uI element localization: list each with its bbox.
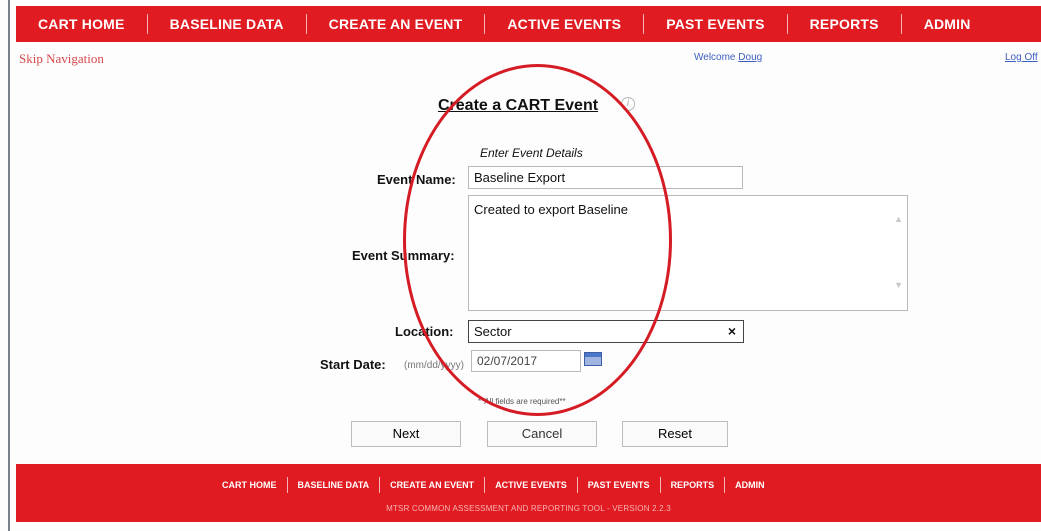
start-date-label: Start Date: <box>320 357 386 372</box>
nav-create-event[interactable]: CREATE AN EVENT <box>307 14 486 34</box>
user-link[interactable]: Doug <box>738 52 762 63</box>
footer-nav-past-events[interactable]: PAST EVENTS <box>578 477 661 493</box>
event-name-label: Event Name: <box>377 172 456 187</box>
page-title: Create a CART Event <box>438 97 599 114</box>
location-label: Location: <box>395 324 454 339</box>
footer-navigation: CART HOME BASELINE DATA CREATE AN EVENT … <box>212 477 775 493</box>
nav-past-events[interactable]: PAST EVENTS <box>644 14 788 34</box>
cancel-button[interactable]: Cancel <box>487 421 597 447</box>
event-name-field[interactable]: Baseline Export <box>468 166 743 189</box>
event-summary-label: Event Summary: <box>352 248 455 263</box>
footer-nav-cart-home[interactable]: CART HOME <box>212 477 288 493</box>
start-date-field[interactable]: 02/07/2017 <box>471 350 581 372</box>
clear-x-icon[interactable]: × <box>728 323 736 339</box>
location-select[interactable]: Sector × <box>468 320 744 343</box>
info-icon[interactable]: i <box>621 97 635 111</box>
required-fields-note: **All fields are required** <box>478 397 566 406</box>
location-value: Sector <box>474 324 512 339</box>
footer-nav-active-events[interactable]: ACTIVE EVENTS <box>485 477 578 493</box>
reset-button[interactable]: Reset <box>622 421 728 447</box>
welcome-message: Welcome Doug <box>694 52 762 63</box>
nav-active-events[interactable]: ACTIVE EVENTS <box>485 14 645 34</box>
footer-bar: CART HOME BASELINE DATA CREATE AN EVENT … <box>16 464 1041 522</box>
form-subheading: Enter Event Details <box>480 146 583 160</box>
footer-version-text: MTSR COMMON ASSESSMENT AND REPORTING TOO… <box>386 504 671 513</box>
date-format-hint: (mm/dd/yyyy) <box>404 360 464 371</box>
footer-nav-admin[interactable]: ADMIN <box>725 477 775 493</box>
scroll-down-icon[interactable]: ▼ <box>894 280 903 290</box>
footer-nav-reports[interactable]: REPORTS <box>661 477 726 493</box>
page-left-border <box>8 0 10 531</box>
scroll-up-icon[interactable]: ▲ <box>894 214 903 224</box>
nav-cart-home[interactable]: CART HOME <box>16 14 148 34</box>
event-summary-text: Created to export Baseline <box>474 202 628 217</box>
nav-admin[interactable]: ADMIN <box>902 14 993 34</box>
footer-nav-create-event[interactable]: CREATE AN EVENT <box>380 477 486 493</box>
nav-reports[interactable]: REPORTS <box>788 14 902 34</box>
calendar-icon[interactable] <box>584 352 602 366</box>
welcome-prefix: Welcome <box>694 52 736 63</box>
footer-nav-baseline-data[interactable]: BASELINE DATA <box>288 477 381 493</box>
top-navigation: CART HOME BASELINE DATA CREATE AN EVENT … <box>16 6 1041 42</box>
log-off-link[interactable]: Log Off <box>1005 52 1038 63</box>
event-summary-textarea[interactable]: Created to export Baseline ▲ ▼ <box>468 195 908 311</box>
next-button[interactable]: Next <box>351 421 461 447</box>
skip-navigation-link[interactable]: Skip Navigation <box>19 51 104 67</box>
nav-baseline-data[interactable]: BASELINE DATA <box>148 14 307 34</box>
